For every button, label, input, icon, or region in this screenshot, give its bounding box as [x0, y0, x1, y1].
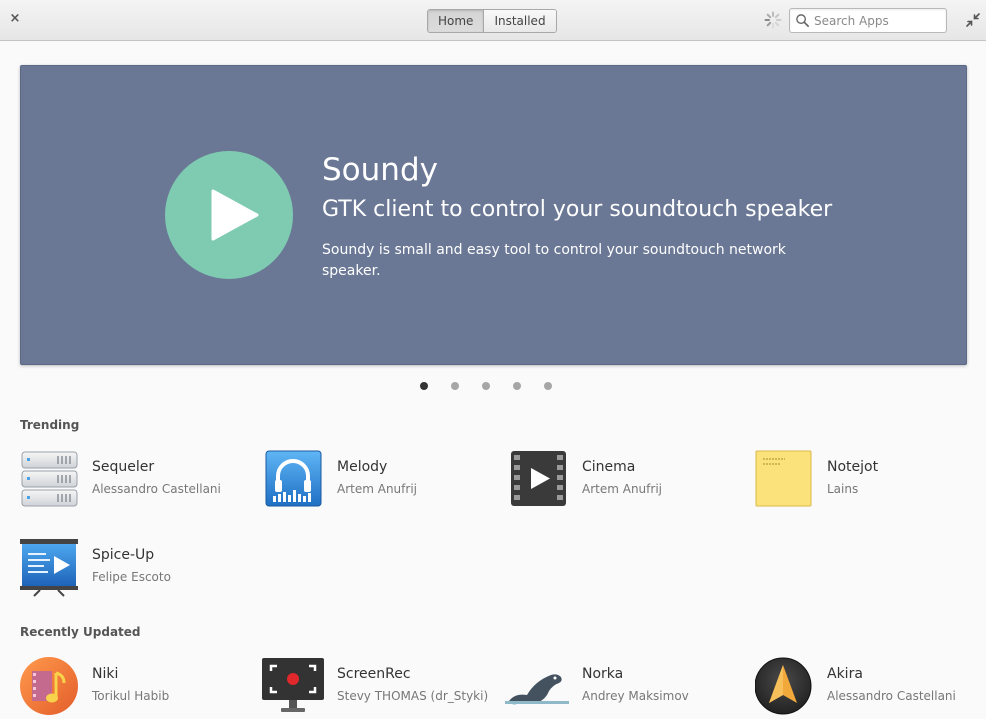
app-name: Melody — [337, 459, 388, 475]
carousel-dot[interactable] — [451, 382, 459, 390]
app-name: Sequeler — [92, 459, 155, 475]
carousel-dot[interactable] — [544, 382, 552, 390]
app-tile-spice-up[interactable]: Spice-Up Felipe Escoto — [20, 538, 260, 602]
app-author: Alessandro Castellani — [92, 482, 221, 496]
search-icon — [796, 14, 809, 27]
app-author: Torikul Habib — [92, 689, 170, 703]
app-tile-niki[interactable]: Niki Torikul Habib — [20, 657, 260, 719]
database-server-icon — [21, 451, 78, 507]
app-author: Stevy THOMAS (dr_Styki) — [337, 689, 489, 703]
close-icon[interactable]: × — [8, 12, 22, 26]
app-name: Norka — [582, 666, 624, 682]
banner-app-name: Soundy — [322, 152, 438, 188]
app-name: ScreenRec — [337, 666, 411, 682]
banner-app-description: Soundy is small and easy tool to control… — [322, 242, 786, 279]
app-author: Andrey Maksimov — [582, 689, 689, 703]
loading-spinner-icon — [764, 11, 782, 29]
section-title-recently-updated: Recently Updated — [20, 625, 141, 639]
play-icon — [165, 151, 293, 279]
app-author: Lains — [827, 482, 859, 496]
carousel-dot[interactable] — [482, 382, 490, 390]
unmaximize-icon[interactable] — [965, 12, 981, 28]
banner-app-summary: GTK client to control your soundtouch sp… — [322, 197, 833, 222]
app-tile-cinema[interactable]: Cinema Artem Anufrij — [510, 450, 750, 514]
carousel-indicator — [420, 382, 552, 390]
seal-icon — [505, 674, 569, 705]
music-film-icon — [20, 657, 78, 715]
film-play-icon — [511, 451, 566, 506]
app-tile-screenrec[interactable]: ScreenRec Stevy THOMAS (dr_Styki) — [261, 657, 501, 719]
akira-icon — [755, 657, 812, 715]
carousel-dot[interactable] — [513, 382, 521, 390]
presentation-icon — [20, 539, 78, 597]
app-name: Notejot — [827, 459, 879, 475]
app-name: Niki — [92, 666, 119, 682]
app-tile-notejot[interactable]: Notejot Lains — [755, 450, 986, 514]
app-author: Alessandro Castellani — [827, 689, 956, 703]
app-tile-melody[interactable]: Melody Artem Anufrij — [265, 450, 505, 514]
carousel-dot[interactable] — [420, 382, 428, 390]
header-bar: × Home Installed — [0, 0, 986, 41]
app-tile-sequeler[interactable]: Sequeler Alessandro Castellani — [20, 450, 260, 514]
app-author: Felipe Escoto — [92, 570, 171, 584]
search-box — [789, 8, 947, 33]
app-author: Artem Anufrij — [337, 482, 417, 496]
screen-record-icon — [262, 658, 324, 712]
app-author: Artem Anufrij — [582, 482, 662, 496]
app-name: Akira — [827, 666, 863, 682]
section-title-trending: Trending — [20, 418, 80, 432]
tab-home[interactable]: Home — [428, 10, 484, 32]
search-input[interactable] — [814, 12, 942, 30]
tab-installed[interactable]: Installed — [483, 10, 556, 32]
featured-banner[interactable]: Soundy GTK client to control your soundt… — [20, 65, 967, 365]
app-tile-akira[interactable]: Akira Alessandro Castellani — [755, 657, 986, 719]
app-name: Cinema — [582, 459, 636, 475]
app-name: Spice-Up — [92, 547, 155, 563]
app-tile-norka[interactable]: Norka Andrey Maksimov — [505, 657, 745, 719]
headphones-icon — [265, 450, 322, 507]
view-mode-switch: Home Installed — [427, 9, 557, 33]
sticky-note-icon — [755, 450, 812, 507]
